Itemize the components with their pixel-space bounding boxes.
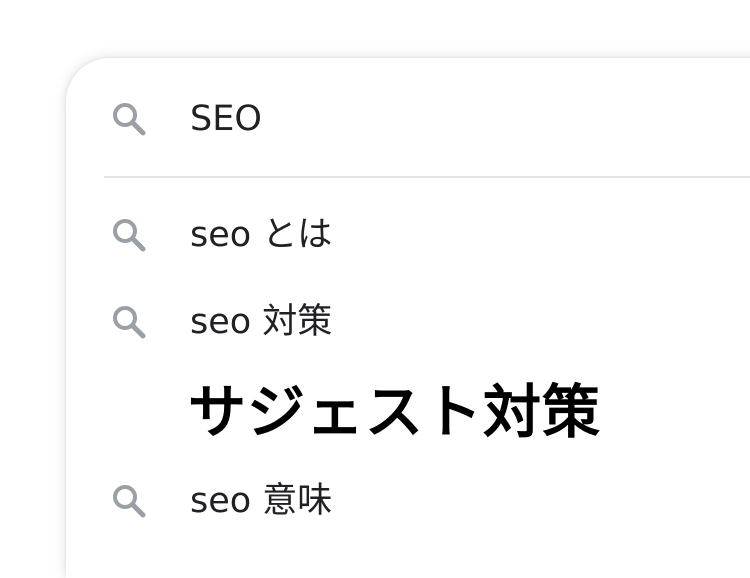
search-icon <box>108 98 150 140</box>
search-icon <box>108 214 150 256</box>
search-input[interactable]: SEO <box>190 98 262 140</box>
search-panel: SEO seo とは seo 対策 seo 意味 <box>66 58 750 578</box>
suggestion-item[interactable]: seo 対策 <box>66 293 750 353</box>
overlay-caption: サジェスト対策 <box>188 378 602 446</box>
suggestion-label: seo 対策 <box>190 302 333 342</box>
divider <box>104 176 750 178</box>
search-box[interactable]: SEO <box>66 58 750 176</box>
search-icon <box>108 301 150 343</box>
suggestion-item[interactable]: seo とは <box>66 206 750 266</box>
suggestion-label: seo とは <box>190 215 333 255</box>
suggestion-item[interactable]: seo 意味 <box>66 472 750 532</box>
